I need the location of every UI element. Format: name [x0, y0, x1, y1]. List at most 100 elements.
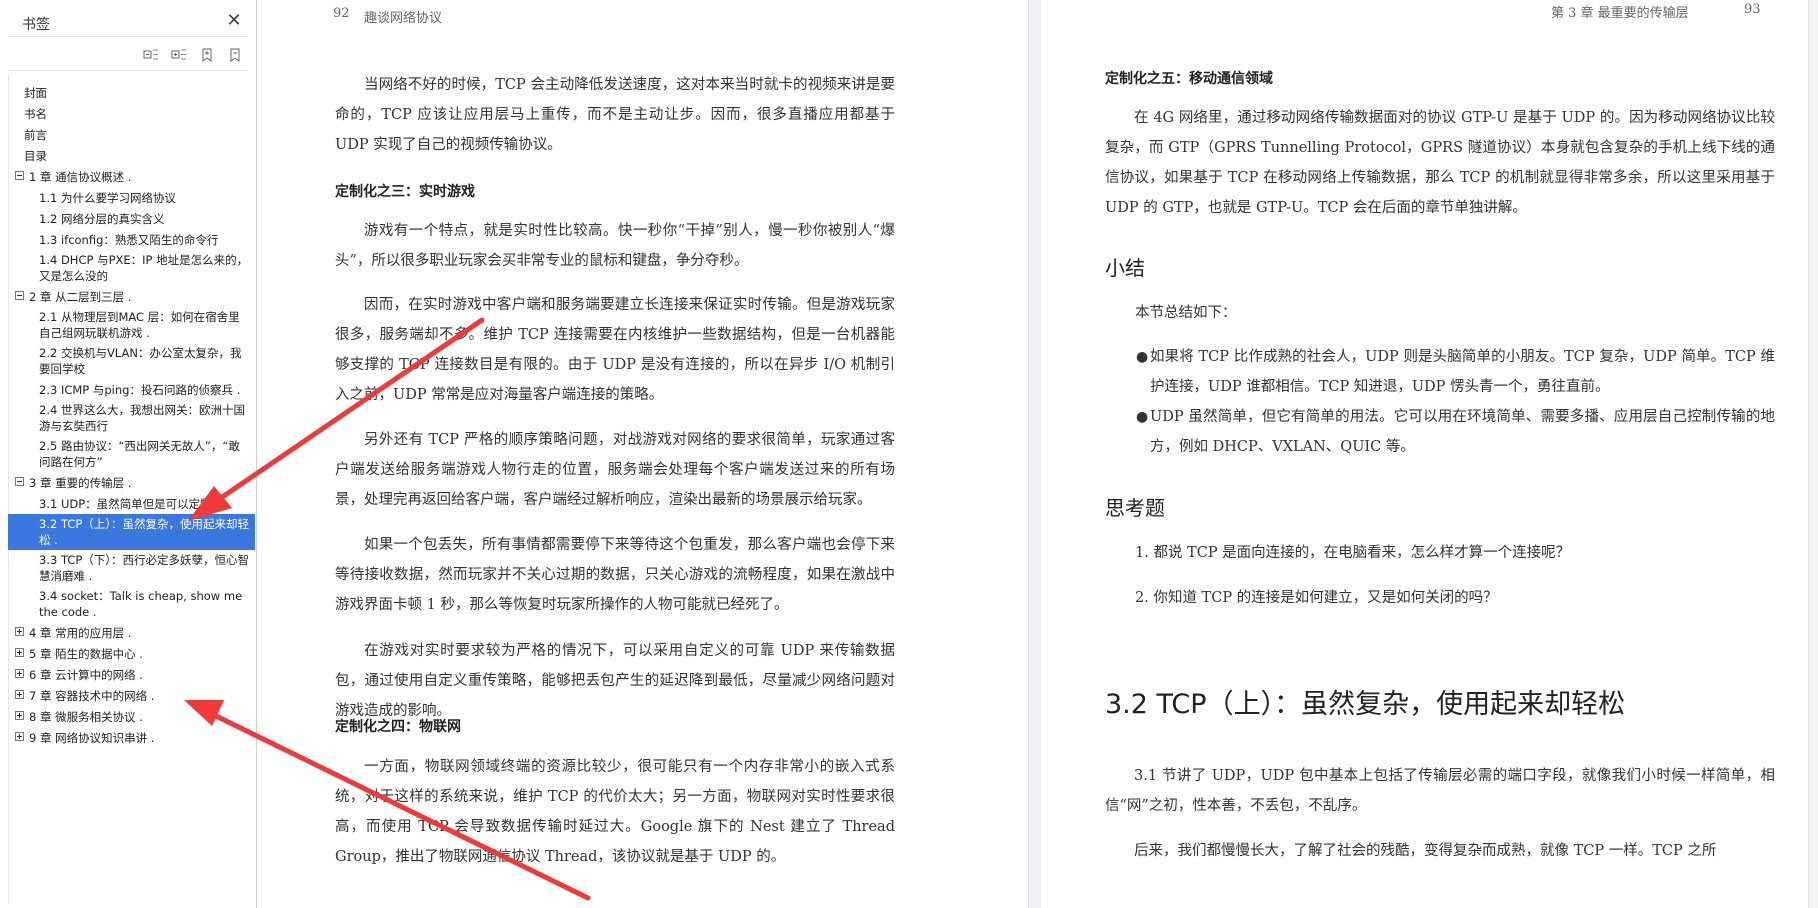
bookmark-label: 3.4 socket：Talk is cheap, show me the co… [39, 589, 243, 619]
add-bookmark-icon[interactable] [199, 47, 215, 63]
paragraph: 游戏有一个特点，就是实时性比较高。快一秒你“干掉”别人，慢一秒你被别人“爆头”，… [335, 223, 895, 269]
questions-heading: 思考题 [1105, 496, 1165, 520]
bookmark-item[interactable]: 2.5 路由协议：“西出网关无故人”，“敢问路在何方” [8, 436, 255, 472]
bookmark-chapter[interactable]: 7 章 容器技术中的网络 . [8, 685, 255, 706]
bookmark-panel-title: 书签 [22, 17, 50, 33]
paragraph: 一方面，物联网领域终端的资源比较少，很可能只有一个内存非常小的嵌入式系统，对于这… [335, 759, 895, 865]
close-icon[interactable]: ✕ [224, 11, 244, 31]
bookmark-label: 5 章 陌生的数据中心 . [29, 647, 143, 661]
paragraph: 如果一个包丢失，所有事情都需要停下来等待这个包重发，那么客户端也会停下来等待接收… [335, 537, 895, 613]
subheading: 定制化之五：移动通信领域 [1105, 71, 1273, 87]
bookmark-item[interactable]: 1.2 网络分层的真实含义 [8, 208, 255, 229]
bookmark-panel: 书签 ✕ 封面书名前言目录 1 章 通信协议概述 . 1.1 为什么要学习网络协议 1… [0, 0, 257, 908]
bookmark-label: 2.2 交换机与VLAN：办公室太复杂，我要回学校 [39, 346, 242, 376]
bookmark-label: 7 章 容器技术中的网络 . [29, 689, 155, 703]
bookmark-item[interactable]: 2.3 ICMP 与ping：投石问路的侦察兵 . [8, 379, 255, 400]
bookmark-label: 8 章 微服务相关协议 . [29, 710, 143, 724]
bookmark-chapter[interactable]: 3 章 重要的传输层 . [8, 472, 255, 493]
collapse-icon[interactable] [15, 171, 24, 180]
page-number-right: 93 [1744, 2, 1761, 17]
paragraph: 在游戏对实时要求较为严格的情况下，可以采用自定义的可靠 UDP 来传输数据包，通… [335, 643, 895, 719]
bookmark-item[interactable]: 3.1 UDP：虽然简单但是可以定制化 [8, 493, 255, 514]
question-item: 1. 都说 TCP 是面向连接的，在电脑看来，怎么样才算一个连接呢？ [1135, 545, 1571, 561]
paragraph: 在 4G 网络里，通过移动网络传输数据面对的协议 GTP-U 是基于 UDP 的… [1105, 110, 1775, 216]
collapse-icon[interactable] [15, 477, 24, 486]
bookmark-label: 4 章 常用的应用层 . [29, 626, 132, 640]
paragraph: 当网络不好的时候，TCP 会主动降低发送速度，这对本来当时就卡的视频来讲是要命的… [335, 77, 895, 153]
summary-bullet: ● UDP 虽然简单，但它有简单的用法。它可以用在环境简单、需要多播、应用层自己… [1136, 402, 1775, 462]
bookmark-item[interactable]: 目录 [8, 145, 255, 166]
bookmark-label: 书名 [24, 107, 47, 121]
bookmark-item[interactable]: 书名 [8, 103, 255, 124]
bookmark-label: 3.1 UDP：虽然简单但是可以定制化 [39, 497, 224, 511]
bullet-dot: ● [1136, 409, 1149, 425]
bookmark-item[interactable]: 2.2 交换机与VLAN：办公室太复杂，我要回学校 [8, 343, 255, 379]
bookmark-label: 1.2 网络分层的真实含义 [39, 212, 165, 226]
expand-icon[interactable] [15, 732, 24, 741]
paragraph: 后来，我们都慢慢长大，了解了社会的残酷，变得复杂而成熟，就像 TCP 一样。TC… [1134, 843, 1717, 859]
page-92: 92 趣谈网络协议 当网络不好的时候，TCP 会主动降低发送速度，这对本来当时就… [258, 0, 1028, 908]
paragraph: 另外还有 TCP 严格的顺序策略问题，对战游戏对网络的要求很简单，玩家通过客户端… [335, 432, 895, 508]
bookmark-label: 3 章 重要的传输层 . [29, 476, 132, 490]
bookmark-label: 2.3 ICMP 与ping：投石问路的侦察兵 . [39, 383, 241, 397]
bookmark-item[interactable]: 封面 [8, 82, 255, 103]
page-gutter [1028, 0, 1042, 908]
section-heading: 3.2 TCP（上）：虽然复杂，使用起来却轻松 [1105, 689, 1626, 720]
bookmark-label: 2.5 路由协议：“西出网关无故人”，“敢问路在何方” [39, 439, 240, 469]
bookmark-label: 封面 [24, 86, 47, 100]
bookmark-label: 前言 [24, 128, 47, 142]
bookmark-icon[interactable] [227, 47, 243, 63]
paragraph: 3.1 节讲了 UDP，UDP 包中基本上包括了传输层必需的端口字段，就像我们小… [1105, 768, 1775, 814]
bookmark-item[interactable]: 前言 [8, 124, 255, 145]
bookmark-item[interactable]: 1.3 ifconfig：熟悉又陌生的命令行 [8, 229, 255, 250]
bookmark-item[interactable]: 2.1 从物理层到MAC 层：如何在宿舍里自己组网玩联机游戏 . [8, 307, 255, 343]
bookmark-item[interactable]: 3.3 TCP（下）：西行必定多妖孽，恒心智慧消磨难 . [8, 550, 255, 586]
bookmark-item[interactable]: 1.1 为什么要学习网络协议 [8, 187, 255, 208]
bookmark-item[interactable]: 2.4 世界这么大，我想出网关：欧洲十国游与玄奘西行 [8, 400, 255, 436]
bookmark-label: 2.4 世界这么大，我想出网关：欧洲十国游与玄奘西行 [39, 403, 245, 433]
summary-bullet: ● 如果将 TCP 比作成熟的社会人，UDP 则是头脑简单的小朋友。TCP 复杂… [1136, 342, 1775, 402]
collapse-all-icon[interactable] [143, 47, 159, 63]
bookmark-item[interactable]: 1.4 DHCP 与PXE：IP 地址是怎么来的，又是怎么没的 [8, 250, 255, 286]
expand-icon[interactable] [15, 711, 24, 720]
bullet-text: UDP 虽然简单，但它有简单的用法。它可以用在环境简单、需要多播、应用层自己控制… [1150, 409, 1775, 455]
bookmark-label: 2 章 从二层到三层 . [29, 290, 132, 304]
bookmark-label: 1 章 通信协议概述 . [29, 170, 132, 184]
expand-icon[interactable] [15, 627, 24, 636]
bookmark-label: 1.3 ifconfig：熟悉又陌生的命令行 [39, 233, 219, 247]
bookmark-chapter[interactable]: 2 章 从二层到三层 . [8, 286, 255, 307]
bookmark-label: 1.4 DHCP 与PXE：IP 地址是怎么来的，又是怎么没的 [39, 253, 249, 283]
scrollbar-track[interactable] [1808, 0, 1818, 908]
subheading: 定制化之三：实时游戏 [335, 184, 475, 200]
subheading: 定制化之四：物联网 [335, 719, 461, 735]
page-93: 第 3 章 最重要的传输层 93 定制化之五：移动通信领域 在 4G 网络里，通… [1041, 0, 1818, 908]
bullet-dot: ● [1136, 349, 1149, 365]
bookmark-label: 1.1 为什么要学习网络协议 [39, 191, 176, 205]
page-number-left: 92 [333, 6, 350, 21]
expand-icon[interactable] [15, 648, 24, 657]
bullet-text: 如果将 TCP 比作成熟的社会人，UDP 则是头脑简单的小朋友。TCP 复杂，U… [1150, 349, 1775, 395]
running-head-left: 趣谈网络协议 [364, 11, 443, 26]
bookmark-chapter[interactable]: 1 章 通信协议概述 . [8, 166, 255, 187]
bookmark-tree: 封面书名前言目录 1 章 通信协议概述 . 1.1 为什么要学习网络协议 1.2 网络… [8, 74, 256, 904]
bookmark-chapter[interactable]: 4 章 常用的应用层 . [8, 622, 255, 643]
bookmark-item[interactable]: 3.2 TCP（上）：虽然复杂，使用起来却轻松 . [8, 514, 255, 550]
collapse-icon[interactable] [15, 291, 24, 300]
summary-intro: 本节总结如下： [1135, 305, 1237, 321]
bookmark-label: 3.3 TCP（下）：西行必定多妖孽，恒心智慧消磨难 . [39, 553, 250, 583]
bookmark-chapter[interactable]: 9 章 网络协议知识串讲 . [8, 727, 255, 748]
bookmark-toolbar [8, 42, 248, 71]
summary-heading: 小结 [1105, 256, 1145, 280]
bookmark-item[interactable]: 3.4 socket：Talk is cheap, show me the co… [8, 586, 255, 622]
expand-all-icon[interactable] [171, 47, 187, 63]
bookmark-label: 6 章 云计算中的网络 . [29, 668, 143, 682]
bookmark-label: 目录 [24, 149, 47, 163]
expand-icon[interactable] [15, 669, 24, 678]
bookmark-chapter[interactable]: 5 章 陌生的数据中心 . [8, 643, 255, 664]
bookmark-chapter[interactable]: 6 章 云计算中的网络 . [8, 664, 255, 685]
expand-icon[interactable] [15, 690, 24, 699]
bookmark-label: 3.2 TCP（上）：虽然复杂，使用起来却轻松 . [39, 517, 250, 547]
bookmark-chapter[interactable]: 8 章 微服务相关协议 . [8, 706, 255, 727]
paragraph: 因而，在实时游戏中客户端和服务端要建立长连接来保证实时传输。但是游戏玩家很多，服… [335, 297, 895, 403]
bookmark-label: 9 章 网络协议知识串讲 . [29, 731, 155, 745]
